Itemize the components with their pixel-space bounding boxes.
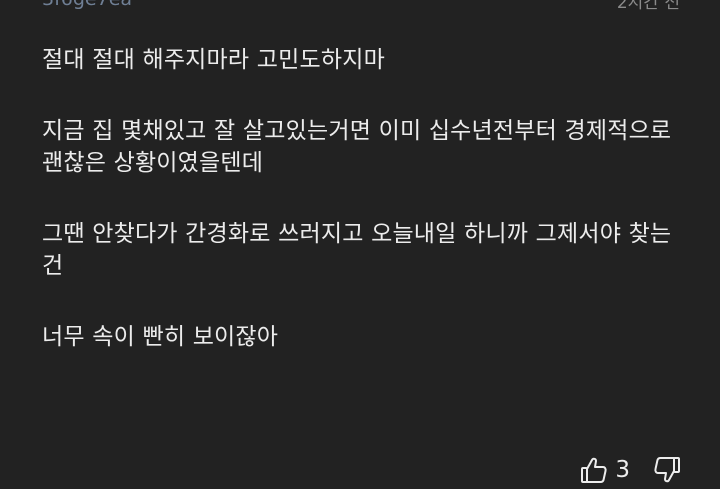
comment-timestamp: 2시간 전 bbox=[616, 0, 680, 13]
comment-paragraph-4: 너무 속이 빤히 보이잖아 bbox=[42, 324, 279, 350]
comment-body: 절대 절대 해주지마라 고민도하지마 지금 집 몇채있고 잘 살고있는거면 이미… bbox=[42, 44, 692, 392]
comment-paragraph-2: 지금 집 몇채있고 잘 살고있는거면 이미 십수년전부터 경제적으로 괜찮은 상… bbox=[42, 118, 672, 176]
comment-header: 3f6ge7ea 2시간 전 bbox=[0, 0, 720, 13]
like-count: 3 bbox=[615, 457, 630, 483]
comment-actions: 3 bbox=[579, 453, 682, 487]
comment-username[interactable]: 3f6ge7ea bbox=[42, 0, 132, 10]
thumbs-up-icon[interactable] bbox=[579, 455, 609, 485]
comment-paragraph-1: 절대 절대 해주지마라 고민도하지마 bbox=[42, 47, 385, 73]
thumbs-down-icon[interactable] bbox=[652, 455, 682, 485]
comment-paragraph-3: 그땐 안찾다가 간경화로 쓰러지고 오늘내일 하니까 그제서야 찾는건 bbox=[42, 221, 672, 279]
